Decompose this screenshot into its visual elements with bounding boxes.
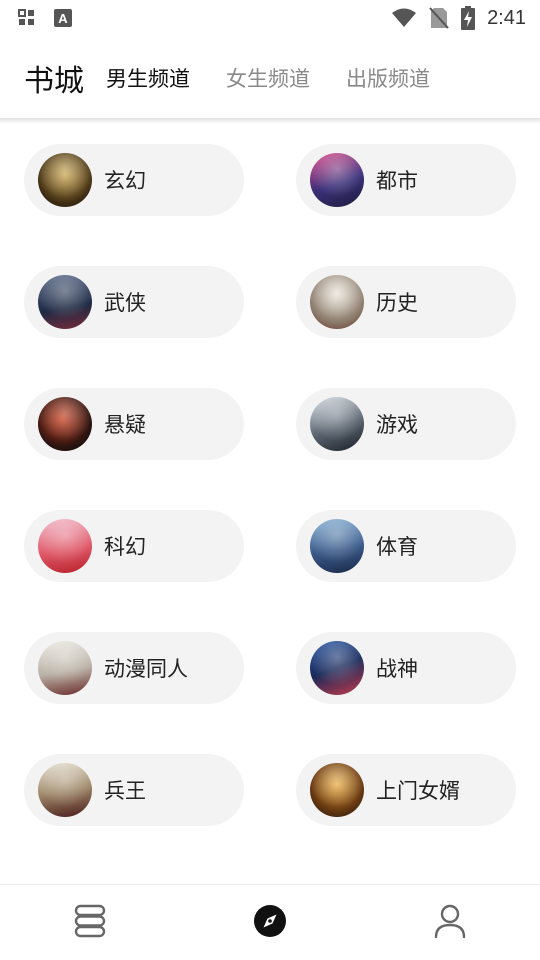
nav-discover-button[interactable] xyxy=(240,893,300,953)
book-cover-thumbnail xyxy=(38,763,92,817)
book-cover-thumbnail xyxy=(310,397,364,451)
tab-female-channel[interactable]: 女生频道 xyxy=(226,63,310,93)
category-label: 历史 xyxy=(376,291,418,315)
category-label: 体育 xyxy=(376,535,418,559)
category-label: 兵王 xyxy=(104,779,146,803)
discover-compass-icon xyxy=(253,904,287,942)
category-item-bingwang[interactable]: 兵王 xyxy=(24,754,244,826)
status-time: 2:41 xyxy=(487,6,526,29)
grid-apps-icon xyxy=(18,9,36,27)
tab-publishing-channel[interactable]: 出版频道 xyxy=(346,63,430,93)
category-item-wuxia[interactable]: 武侠 xyxy=(24,266,244,338)
book-cover-thumbnail xyxy=(310,763,364,817)
category-item-tiyu[interactable]: 体育 xyxy=(296,510,516,582)
status-bar: A 2:41 xyxy=(0,0,540,36)
category-item-xuanhuan[interactable]: 玄幻 xyxy=(24,144,244,216)
category-label: 战神 xyxy=(376,657,418,681)
category-label: 动漫同人 xyxy=(104,657,188,681)
book-cover-thumbnail xyxy=(38,519,92,573)
tab-male-channel[interactable]: 男生频道 xyxy=(106,63,190,93)
category-label: 悬疑 xyxy=(104,413,146,437)
book-cover-thumbnail xyxy=(310,519,364,573)
profile-icon xyxy=(433,903,467,943)
category-item-zhanshen[interactable]: 战神 xyxy=(296,632,516,704)
category-label: 游戏 xyxy=(376,413,418,437)
category-label: 武侠 xyxy=(104,291,146,315)
book-cover-thumbnail xyxy=(310,641,364,695)
bookshelf-icon xyxy=(72,904,108,942)
book-cover-thumbnail xyxy=(38,153,92,207)
book-cover-thumbnail xyxy=(38,275,92,329)
category-label: 上门女婿 xyxy=(376,779,460,803)
book-cover-thumbnail xyxy=(310,153,364,207)
header-divider xyxy=(0,118,540,124)
book-cover-thumbnail xyxy=(310,275,364,329)
svg-text:A: A xyxy=(58,11,68,26)
category-label: 玄幻 xyxy=(104,169,146,193)
category-item-kehuan[interactable]: 科幻 xyxy=(24,510,244,582)
category-label: 科幻 xyxy=(104,535,146,559)
category-item-dushi[interactable]: 都市 xyxy=(296,144,516,216)
category-label: 都市 xyxy=(376,169,418,193)
no-sim-icon xyxy=(429,7,449,29)
category-item-lishi[interactable]: 历史 xyxy=(296,266,516,338)
book-cover-thumbnail xyxy=(38,397,92,451)
bottom-nav xyxy=(0,884,540,960)
font-a-icon: A xyxy=(54,9,72,27)
category-item-dongman-tongren[interactable]: 动漫同人 xyxy=(24,632,244,704)
page-title: 书城 xyxy=(24,64,84,99)
battery-charging-icon xyxy=(461,6,476,30)
channel-header: 书城 男生频道 女生频道 出版频道 xyxy=(0,36,540,120)
category-item-xuanyi[interactable]: 悬疑 xyxy=(24,388,244,460)
nav-bookshelf-button[interactable] xyxy=(60,893,120,953)
category-item-shangmen-nvxu[interactable]: 上门女婿 xyxy=(296,754,516,826)
category-grid: 玄幻 都市 武侠 历史 悬疑 游戏 科幻 体育 动漫同人 战神 兵王 上门女婿 xyxy=(24,144,516,826)
wifi-icon xyxy=(391,8,417,28)
book-cover-thumbnail xyxy=(38,641,92,695)
nav-profile-button[interactable] xyxy=(420,893,480,953)
category-item-youxi[interactable]: 游戏 xyxy=(296,388,516,460)
